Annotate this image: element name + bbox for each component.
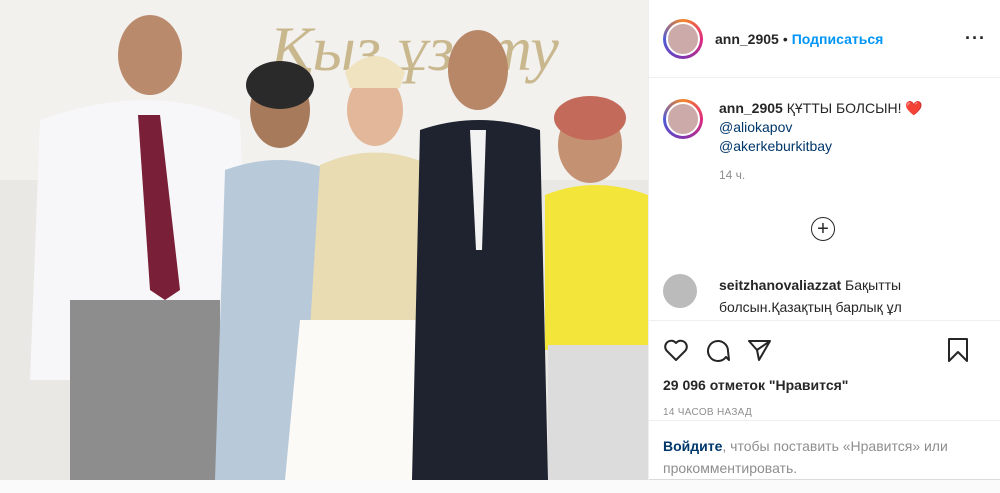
mention-link[interactable]: @akerkeburkitbay	[719, 137, 923, 156]
header-username[interactable]: ann_2905	[715, 31, 779, 47]
login-link[interactable]: Войдите	[663, 438, 722, 454]
follow-button[interactable]: Подписаться	[792, 31, 884, 47]
separator-dot: •	[782, 30, 788, 47]
post-sidebar: ann_2905 • Подписаться ··· ann_2905 ҚҰТТ…	[648, 0, 1000, 480]
avatar-image	[666, 21, 700, 56]
comment-username[interactable]: seitzhanovaliazzat	[719, 277, 841, 293]
share-icon[interactable]	[747, 338, 773, 362]
comment-body: seitzhanovaliazzat Бақытты болсын.Қазақт…	[719, 274, 979, 318]
comment-item: seitzhanovaliazzat Бақытты болсын.Қазақт…	[663, 274, 979, 318]
caption-text: ҚҰТТЫ БОЛСЫН! ❤️	[786, 100, 923, 116]
caption-comment: ann_2905 ҚҰТТЫ БОЛСЫН! ❤️ @aliokapov @ak…	[663, 99, 986, 185]
caption-body: ann_2905 ҚҰТТЫ БОЛСЫН! ❤️ @aliokapov @ak…	[719, 99, 923, 185]
bookmark-icon[interactable]	[946, 337, 970, 363]
profile-avatar[interactable]	[663, 18, 703, 59]
commenter-avatar[interactable]	[663, 274, 697, 308]
login-prompt: Войдите, чтобы поставить «Нравится» или …	[649, 420, 1000, 493]
comment-icon[interactable]	[705, 338, 731, 362]
post-header: ann_2905 • Подписаться ···	[649, 0, 1000, 78]
caption-username[interactable]: ann_2905	[719, 100, 783, 116]
instagram-post: Қыз ұзату ann_2905 • Подписаться ··· ann…	[0, 0, 1000, 480]
wedding-photo-illustration: Қыз ұзату	[0, 0, 648, 480]
post-actions: 29 096 отметок "Нравится" 14 часов назад	[649, 320, 1000, 418]
caption-avatar[interactable]	[663, 99, 703, 139]
avatar-image	[666, 102, 700, 136]
mention-link[interactable]: @aliokapov	[719, 118, 923, 137]
load-more-comments-icon[interactable]: +	[811, 217, 835, 241]
caption-time: 14 ч.	[719, 168, 746, 182]
banner-script: Қыз ұзату	[269, 13, 559, 84]
comments-area: ann_2905 ҚҰТТЫ БОЛСЫН! ❤️ @aliokapov @ak…	[649, 79, 1000, 319]
more-options-icon[interactable]: ···	[965, 28, 986, 49]
like-heart-icon[interactable]	[663, 338, 689, 362]
likes-count[interactable]: 29 096 отметок "Нравится"	[663, 377, 986, 393]
action-icons	[663, 335, 986, 365]
post-photo[interactable]: Қыз ұзату	[0, 0, 648, 480]
post-timestamp[interactable]: 14 часов назад	[663, 407, 986, 418]
